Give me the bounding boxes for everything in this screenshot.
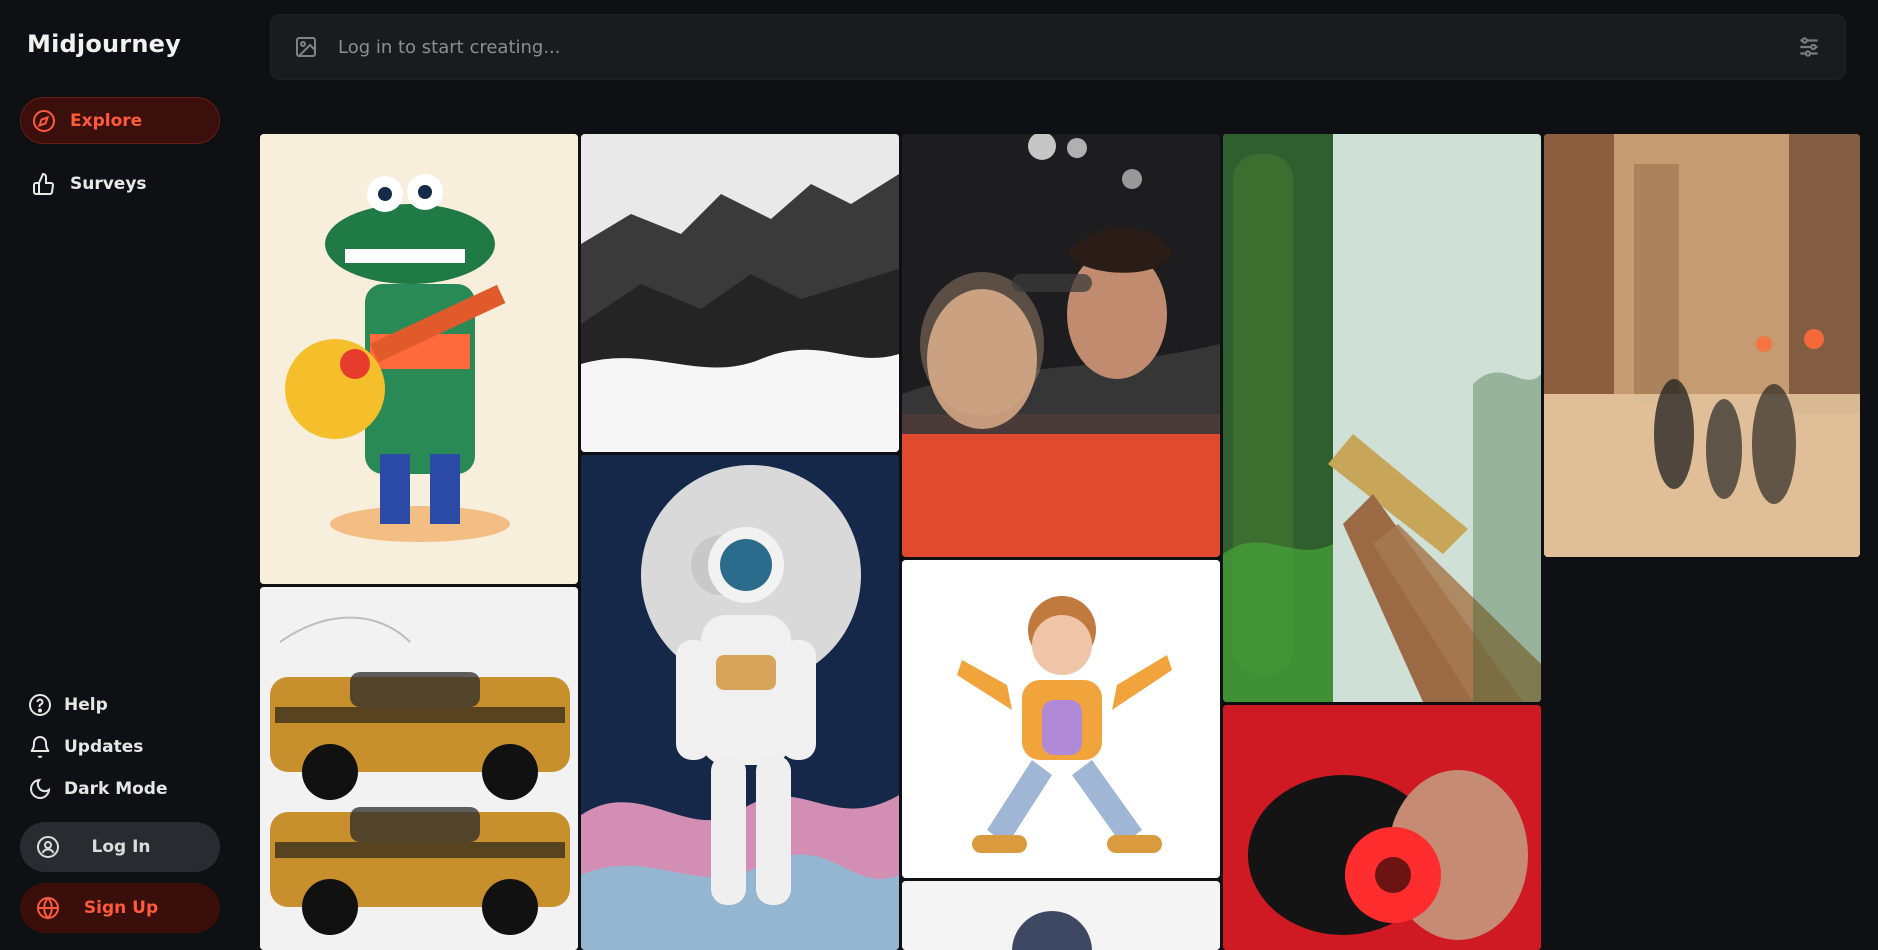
moon-icon	[28, 777, 52, 801]
sidebar-item-label: Surveys	[70, 173, 147, 194]
compass-icon	[32, 109, 56, 133]
image-icon[interactable]	[294, 35, 318, 59]
gallery-item-partial-bottom[interactable]	[902, 881, 1220, 950]
city-street-rain-illustration	[1544, 134, 1860, 557]
sidebar-item-updates[interactable]: Updates	[20, 726, 220, 768]
sidebar-item-surveys[interactable]: Surveys	[20, 160, 220, 207]
sidebar-bottom-list: Help Updates Dark Mode	[20, 684, 220, 810]
sidebar-item-explore[interactable]: Explore	[20, 97, 220, 144]
gallery-item-city-street-rain[interactable]	[1544, 134, 1860, 557]
gallery-item-astronaut-moon[interactable]	[581, 455, 899, 950]
monochrome-mountains-illustration	[581, 134, 899, 452]
login-label: Log In	[91, 837, 151, 857]
sidebar-item-dark-mode[interactable]: Dark Mode	[20, 768, 220, 810]
gallery-item-woman-red-flower[interactable]	[1223, 705, 1541, 950]
sidebar-item-help[interactable]: Help	[20, 684, 220, 726]
gallery-item-forest-boardwalk[interactable]	[1223, 134, 1541, 702]
sliders-icon[interactable]	[1796, 34, 1822, 60]
thumbs-up-icon	[32, 172, 56, 196]
sidebar-item-label: Explore	[70, 110, 143, 131]
brand-logo[interactable]: Midjourney	[27, 30, 181, 58]
signup-button[interactable]: Sign Up	[20, 883, 220, 933]
image-gallery	[260, 134, 1860, 950]
dancing-girl-illustration	[902, 560, 1220, 878]
sidebar-item-label: Help	[64, 695, 108, 715]
bell-icon	[28, 735, 52, 759]
sidebar-item-label: Updates	[64, 737, 144, 757]
user-icon	[36, 835, 60, 859]
forest-boardwalk-illustration	[1223, 134, 1541, 702]
gallery-item-monochrome-mountains[interactable]	[581, 134, 899, 452]
car-sketch-illustration	[260, 587, 578, 950]
login-button[interactable]: Log In	[20, 822, 220, 872]
globe-icon	[36, 896, 60, 920]
gallery-item-crocodile-guitar[interactable]	[260, 134, 578, 584]
gallery-item-dancing-girl[interactable]	[902, 560, 1220, 878]
sidebar-item-label: Dark Mode	[64, 779, 168, 799]
prompt-input[interactable]	[336, 35, 1778, 59]
gallery-item-couple-in-car[interactable]	[902, 134, 1220, 557]
prompt-bar[interactable]	[270, 14, 1846, 80]
help-icon	[28, 693, 52, 717]
sidebar: Midjourney Explore Surveys Help Updates …	[0, 0, 240, 950]
couple-in-car-illustration	[902, 134, 1220, 557]
astronaut-moon-illustration	[581, 455, 899, 950]
gallery-item-car-sketch[interactable]	[260, 587, 578, 950]
partial-bottom-illustration	[902, 881, 1220, 950]
signup-label: Sign Up	[83, 898, 159, 918]
woman-red-flower-illustration	[1223, 705, 1541, 950]
crocodile-guitar-illustration	[260, 134, 578, 584]
